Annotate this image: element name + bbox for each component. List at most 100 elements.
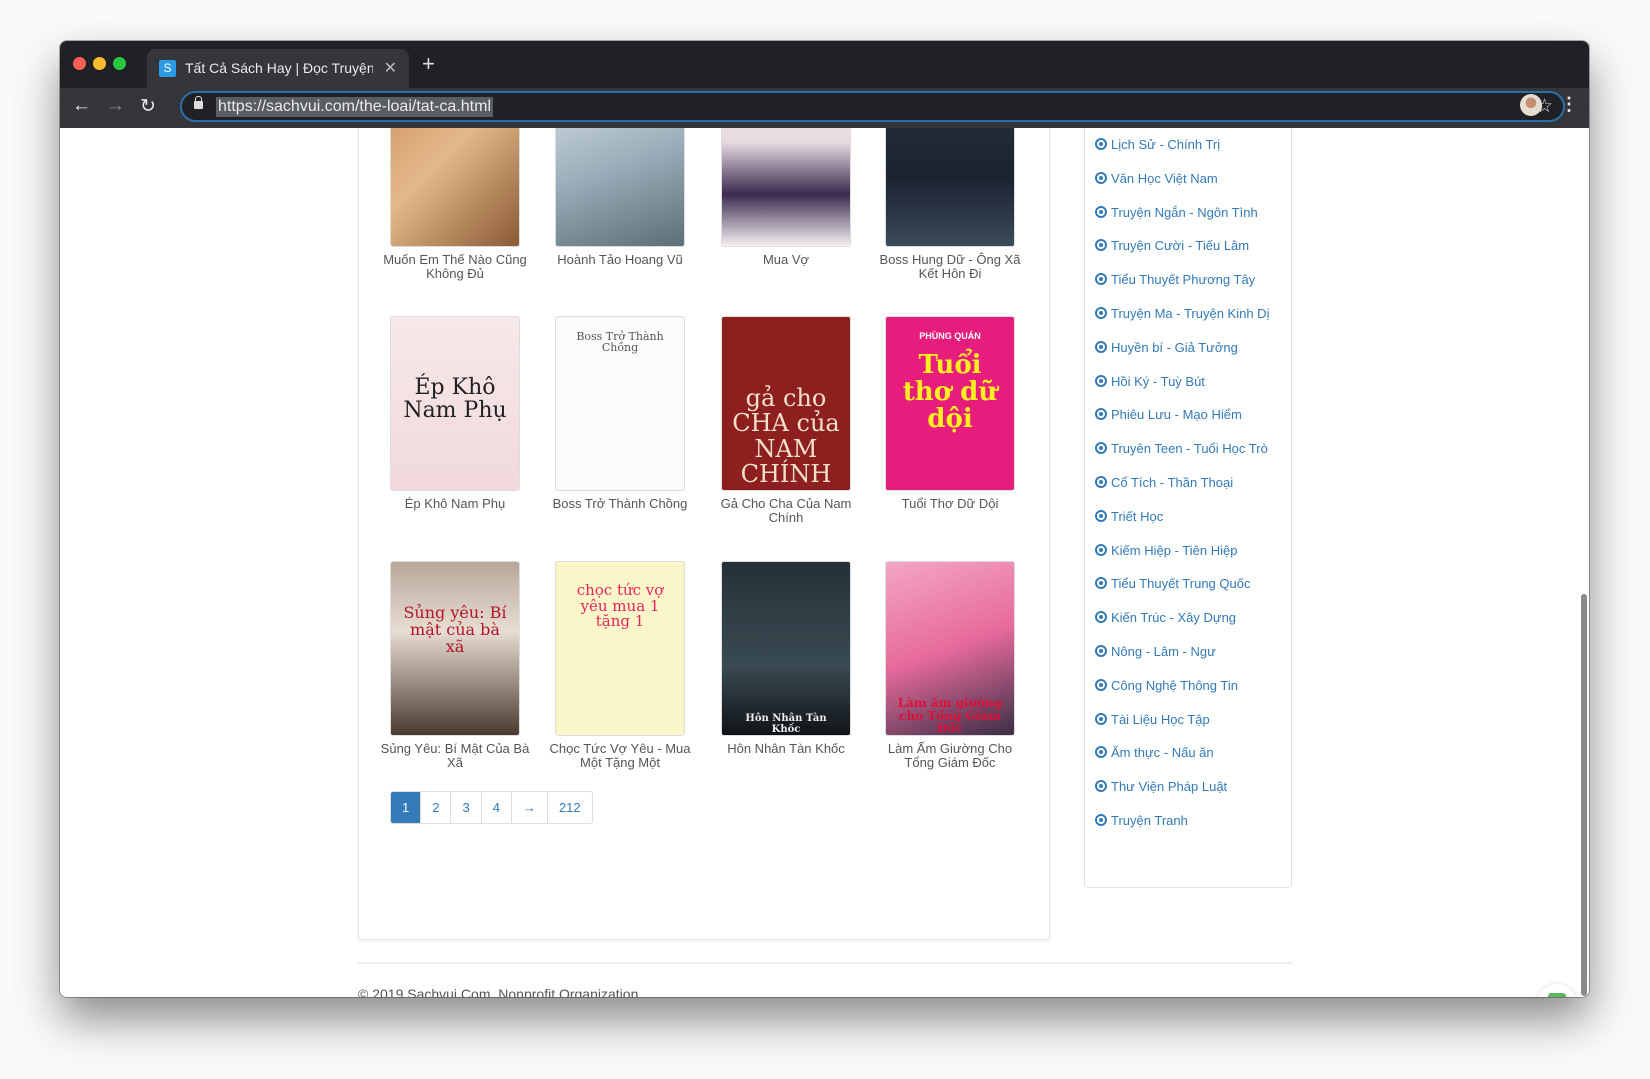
forward-icon[interactable]: → [106,95,125,117]
page-link[interactable]: 212 [546,792,592,823]
cover-title-art: Hôn Nhân Tàn Khốc [745,713,827,735]
book-cover-image[interactable]: Hôn Nhân Tàn Khốc [721,561,851,736]
book-title[interactable]: Chọc Tức Vợ Yêu - Mua Một Tặng Một [542,742,698,770]
book-title[interactable]: Boss Trở Thành Chồng [542,497,698,511]
book-card[interactable]: Làm ấm giường cho Tổng Giám Đốc Làm Ấm Gi… [872,561,1028,770]
reload-icon[interactable]: ↻ [140,95,156,118]
book-cover-image[interactable]: gả cho CHA của NAM CHÍNH [721,316,851,491]
category-link[interactable]: Lịch Sử - Chính Trị [1095,137,1220,152]
book-card[interactable]: Boss Hung Dữ - Ông Xã Kết Hôn Đi [872,128,1028,281]
browser-tab[interactable]: S Tất Cả Sách Hay | Đọc Truyện ✕ [147,49,409,88]
category-link[interactable]: Truyện Cười - Tiếu Lâm [1095,238,1249,253]
category-link[interactable]: Kiếm Hiệp - Tiên Hiệp [1095,543,1237,558]
book-title[interactable]: Sủng Yêu: Bí Mật Của Bà Xã [377,742,533,770]
circle-dot-icon [1095,814,1107,826]
category-label: Truyện Ngắn - Ngôn Tình [1111,204,1258,220]
category-link[interactable]: Văn Học Việt Nam [1095,171,1218,186]
circle-dot-icon [1095,138,1107,150]
category-link[interactable]: Tiểu Thuyết Phương Tây [1095,272,1255,287]
book-title[interactable]: Tuổi Thơ Dữ Dội [872,497,1028,511]
back-icon[interactable]: ← [72,95,91,117]
category-link[interactable]: Công Nghệ Thông Tin [1095,678,1238,693]
circle-dot-icon [1095,712,1107,725]
category-link[interactable]: Huyền bí - Giả Tưởng [1095,340,1238,355]
page-1-active[interactable]: 1 [391,792,421,823]
circle-dot-icon [1095,171,1107,184]
book-title[interactable]: Hôn Nhân Tàn Khốc [708,742,864,756]
category-label: Hồi Ký - Tuỳ Bút [1111,373,1205,389]
category-label: Phiêu Lưu - Mạo Hiểm [1111,407,1242,423]
browser-toolbar: ← → ↻ https://sachvui.com/the-loai/tat-c… [60,88,1589,128]
page-link[interactable]: 2 [420,792,450,823]
category-label: Cổ Tích - Thần Thoại [1111,475,1234,490]
category-link[interactable]: Truyện Ngắn - Ngôn Tình [1095,205,1258,220]
category-link[interactable]: Truyện Tranh [1095,813,1188,828]
book-title[interactable]: Hoành Tảo Hoang Vũ [542,253,698,267]
scrollbar[interactable] [1581,594,1587,996]
category-link[interactable]: Ẩm thực - Nấu ăn [1095,745,1214,760]
book-cover-image[interactable]: Sủng yêu: Bí mật của bà xã [390,561,520,736]
tab-bar: S Tất Cả Sách Hay | Đọc Truyện ✕ + [60,41,1589,88]
book-cover-image[interactable] [885,128,1015,247]
book-card[interactable]: chọc tức vợ yêu mua 1 tặng 1 Chọc Tức Vợ … [542,561,698,770]
book-title[interactable]: Mua Vợ [708,253,864,267]
url-text[interactable]: https://sachvui.com/the-loai/tat-ca.html [216,97,493,117]
category-link[interactable]: Triết Học [1095,509,1163,524]
category-link[interactable]: Tiểu Thuyết Trung Quốc [1095,576,1250,591]
book-cover-image[interactable] [555,128,685,247]
page-link[interactable]: 3 [450,792,480,823]
next-page-button[interactable]: → [510,792,547,823]
category-link[interactable]: Tài Liệu Học Tập [1095,712,1210,727]
category-link[interactable]: Truyện Ma - Truyện Kinh Dị [1095,306,1269,321]
category-link[interactable]: Nông - Lâm - Ngư [1095,644,1216,659]
footer-text: © 2019 Sachvui.Com, Nonprofit Organizati… [358,986,643,997]
book-cover-image[interactable]: Boss Trở Thành Chồng [555,316,685,491]
shield-check-icon: ✓ [1548,993,1566,997]
book-card[interactable]: gả cho CHA của NAM CHÍNH Gả Cho Cha Của N… [708,316,864,525]
category-link[interactable]: Kiến Trúc - Xây Dựng [1095,610,1236,625]
address-bar[interactable]: https://sachvui.com/the-loai/tat-ca.html… [180,91,1565,122]
category-label: Truyện Cười - Tiếu Lâm [1111,238,1250,254]
close-window-button[interactable] [73,57,86,70]
book-title[interactable]: Muốn Em Thế Nào Cũng Không Đủ [377,253,533,281]
category-label: Triết Học [1111,508,1164,524]
page-link[interactable]: 4 [480,792,511,823]
book-cover-image[interactable]: PHÙNG QUÁN Tuổi thơ dữ dội [885,316,1015,491]
category-label: Công Nghệ Thông Tin [1111,677,1238,693]
book-cover-image[interactable] [721,128,851,247]
book-cover-image[interactable] [390,128,520,247]
book-cover-image[interactable]: Ép Khô Nam Phụ [390,316,520,491]
profile-avatar[interactable] [1520,94,1542,116]
category-link[interactable]: Thư Viện Pháp Luật [1095,779,1227,794]
book-cover-image[interactable]: Làm ấm giường cho Tổng Giám Đốc [885,561,1015,736]
category-label: Kiến Trúc - Xây Dựng [1111,610,1237,626]
minimize-window-button[interactable] [93,57,106,70]
pagination: 1 2 3 4 → 212 [390,791,593,824]
book-card[interactable]: Hôn Nhân Tàn Khốc Hôn Nhân Tàn Khốc [708,561,864,756]
book-title[interactable]: Ép Khô Nam Phụ [377,497,533,511]
circle-dot-icon [1095,645,1107,657]
close-tab-icon[interactable]: ✕ [384,58,397,78]
new-tab-button[interactable]: + [422,51,435,77]
category-label: Tiểu Thuyết Phương Tây [1111,272,1256,288]
category-link[interactable]: Phiêu Lưu - Mạo Hiểm [1095,407,1242,422]
book-card[interactable]: Mua Vợ [708,128,864,267]
book-card[interactable]: Hoành Tảo Hoang Vũ [542,128,698,267]
category-link[interactable]: Truyên Teen - Tuổi Học Trò [1095,441,1268,456]
book-cover-image[interactable]: chọc tức vợ yêu mua 1 tặng 1 [555,561,685,736]
menu-icon[interactable]: ⋮ [1560,94,1578,115]
book-card[interactable]: Muốn Em Thế Nào Cũng Không Đủ [377,128,533,281]
category-link[interactable]: Hồi Ký - Tuỳ Bút [1095,374,1205,389]
book-card[interactable]: Sủng yêu: Bí mật của bà xã Sủng Yêu: Bí M… [377,561,533,770]
browser-window: S Tất Cả Sách Hay | Đọc Truyện ✕ + ← → ↻… [60,41,1589,997]
circle-dot-icon [1095,273,1107,286]
security-badge[interactable]: ✓ [1537,984,1577,997]
book-title[interactable]: Làm Ấm Giường Cho Tổng Giám Đốc [872,742,1028,770]
book-title[interactable]: Gả Cho Cha Của Nam Chính [708,497,864,525]
book-title[interactable]: Boss Hung Dữ - Ông Xã Kết Hôn Đi [872,253,1028,281]
maximize-window-button[interactable] [113,57,126,70]
book-card[interactable]: PHÙNG QUÁN Tuổi thơ dữ dội Tuổi Thơ Dữ Dội [872,316,1028,511]
book-card[interactable]: Ép Khô Nam Phụ Ép Khô Nam Phụ [377,316,533,511]
book-card[interactable]: Boss Trở Thành Chồng Boss Trở Thành Chồng [542,316,698,511]
category-link[interactable]: Cổ Tích - Thần Thoại [1095,475,1233,490]
